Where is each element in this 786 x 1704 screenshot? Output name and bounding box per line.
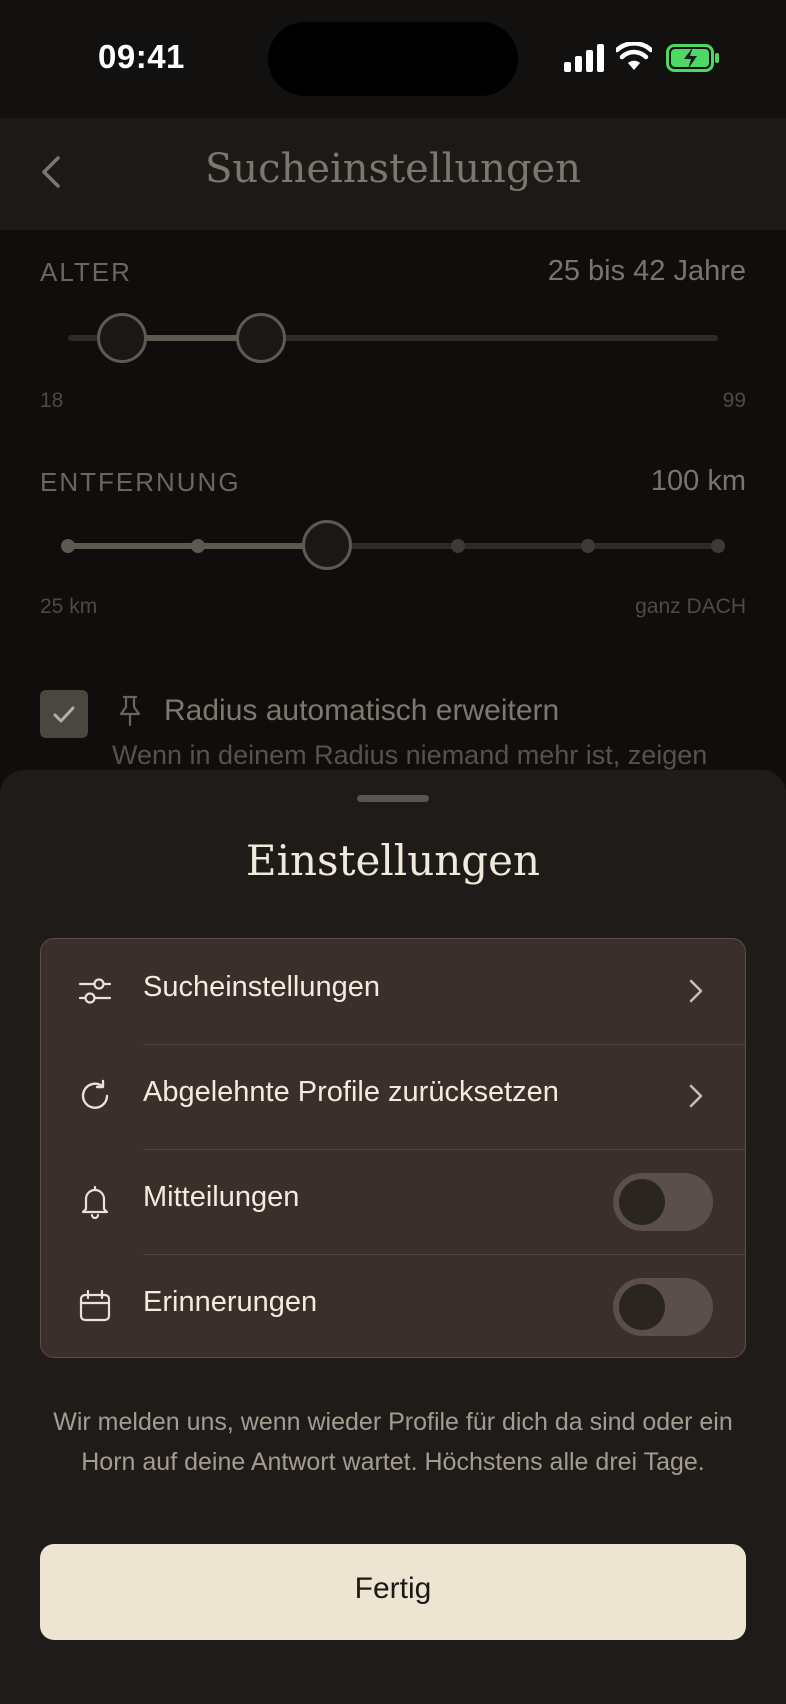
settings-row-label: Sucheinstellungen: [143, 971, 381, 1003]
status-time: 09:41: [98, 38, 185, 75]
radius-expand-checkbox[interactable]: [40, 690, 88, 738]
sliders-icon: [78, 978, 112, 1004]
age-min-label: 18: [40, 389, 64, 412]
cellular-signal-icon: [564, 44, 604, 72]
sheet-title: Einstellungen: [245, 836, 541, 885]
age-max-thumb[interactable]: [236, 313, 286, 363]
age-label: ALTER: [40, 257, 132, 287]
distance-step: [451, 539, 465, 553]
distance-step: [581, 539, 595, 553]
page-title: Sucheinstellungen: [205, 146, 581, 192]
settings-row-search[interactable]: Sucheinstellungen: [41, 939, 745, 1044]
settings-row-reminders: Erinnerungen: [41, 1254, 745, 1357]
done-button-label: Fertig: [354, 1572, 432, 1605]
age-min-thumb[interactable]: [97, 313, 147, 363]
toggle-knob: [619, 1284, 665, 1330]
distance-min-label: 25 km: [40, 595, 98, 618]
chevron-right-icon: [689, 979, 703, 1003]
reminders-toggle[interactable]: [613, 1278, 713, 1336]
distance-step: [61, 539, 75, 553]
distance-step: [711, 539, 725, 553]
distance-max-label: ganz DACH: [635, 595, 746, 618]
distance-thumb[interactable]: [302, 520, 352, 570]
battery-charging-icon: [666, 44, 719, 72]
done-button[interactable]: Fertig: [40, 1544, 746, 1640]
wifi-icon: [616, 42, 652, 70]
age-value: 25 bis 42 Jahre: [547, 255, 746, 287]
settings-row-label: Mitteilungen: [143, 1181, 300, 1213]
toggle-knob: [619, 1179, 665, 1225]
settings-list: Sucheinstellungen Abgelehnte Profile zur…: [40, 938, 746, 1358]
settings-row-notifications: Mitteilungen: [41, 1149, 745, 1254]
info-text: Wir melden uns, wenn wieder Profile für …: [53, 1408, 733, 1476]
distance-value: 100 km: [650, 465, 746, 497]
notifications-toggle[interactable]: [613, 1173, 713, 1231]
checkmark-icon: [53, 706, 75, 723]
dynamic-island: [268, 22, 518, 96]
pin-icon: [119, 695, 141, 727]
sheet-grabber[interactable]: [357, 795, 429, 802]
distance-step: [191, 539, 205, 553]
calendar-icon: [79, 1289, 111, 1322]
refresh-icon: [81, 1079, 109, 1109]
bell-icon: [81, 1185, 109, 1219]
radius-expand-description: Wenn in deinem Radius niemand mehr ist, …: [112, 740, 708, 770]
distance-label: ENTFERNUNG: [40, 467, 241, 497]
age-max-label: 99: [722, 389, 746, 412]
chevron-right-icon: [689, 1084, 703, 1108]
radius-expand-title: Radius automatisch erweitern: [164, 694, 560, 727]
settings-row-label: Erinnerungen: [143, 1286, 318, 1318]
settings-row-label: Abgelehnte Profile zurücksetzen: [143, 1076, 559, 1108]
settings-row-reset-profiles[interactable]: Abgelehnte Profile zurücksetzen: [41, 1044, 745, 1149]
